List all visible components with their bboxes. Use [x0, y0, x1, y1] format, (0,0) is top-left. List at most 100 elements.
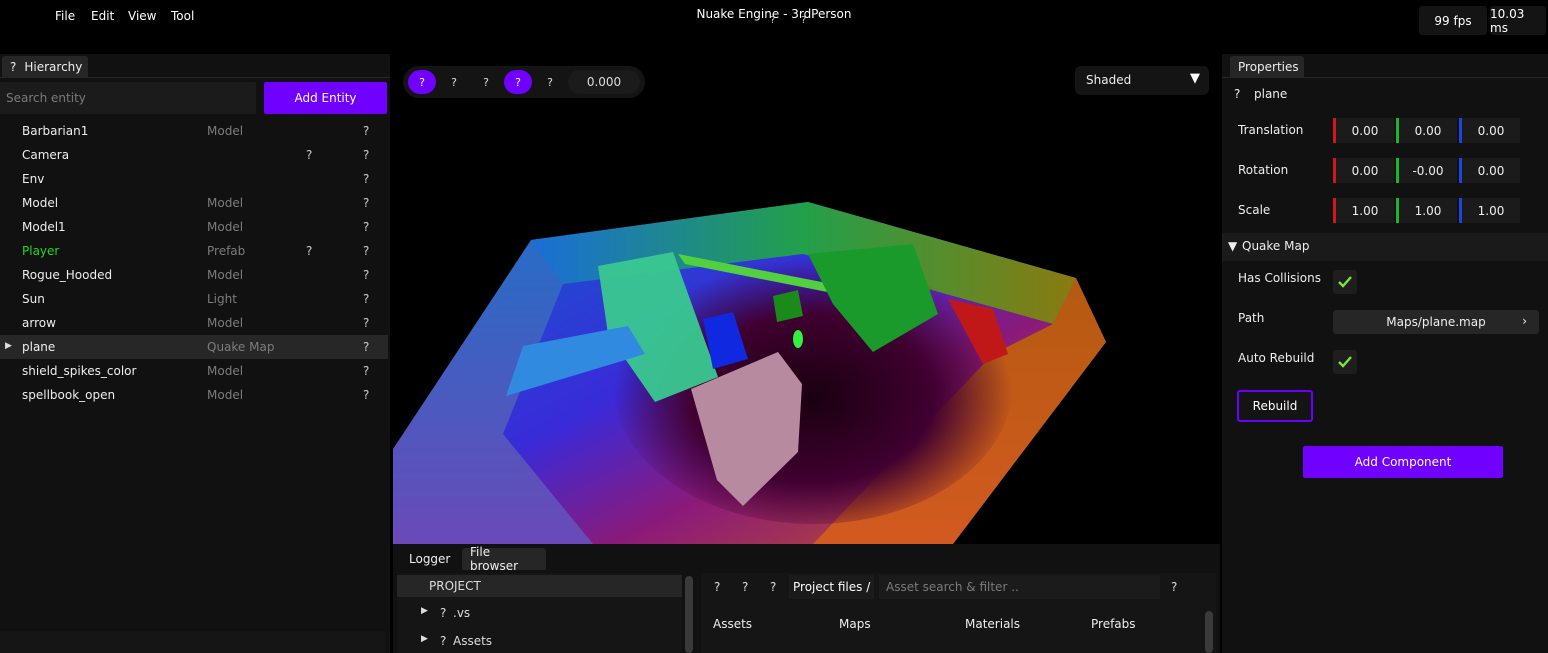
tree-item-assets[interactable]: ▶ ? Assets [397, 631, 682, 653]
checkmark-icon [1338, 356, 1352, 368]
translation-z-field[interactable]: 0.00 [1459, 118, 1520, 143]
entity-row-model[interactable]: Model Model ? [0, 191, 388, 215]
file-grid-scrollbar[interactable] [1205, 611, 1213, 653]
tab-underline [0, 77, 390, 78]
forward-icon[interactable]: ? [742, 580, 748, 594]
entity-row-spellbook-open[interactable]: spellbook_open Model ? [0, 383, 388, 407]
map-path-field[interactable]: Maps/plane.map › [1333, 310, 1539, 334]
entity-row-shield-spikes-color[interactable]: shield_spikes_color Model ? [0, 359, 388, 383]
entity-row-camera[interactable]: Camera ? ? [0, 143, 388, 167]
tree-root-row[interactable]: PROJECT [397, 575, 682, 597]
expand-arrow-icon[interactable]: ▶ [5, 341, 12, 351]
entity-row-arrow[interactable]: arrow Model ? [0, 311, 388, 335]
refresh-icon[interactable]: ? [770, 580, 776, 594]
scale-y-field[interactable]: 1.00 [1396, 198, 1457, 223]
shading-mode-label: Shaded [1086, 73, 1132, 87]
visibility-icon[interactable]: ? [363, 148, 369, 162]
hierarchy-footer [0, 631, 386, 653]
tree-expand-icon[interactable]: ▶ [421, 606, 428, 616]
folder-item[interactable]: Materials [965, 617, 1020, 631]
visibility-icon[interactable]: ? [363, 388, 369, 402]
entity-type: Model [207, 364, 244, 378]
frame-time: 10.03 ms [1490, 6, 1546, 35]
entity-type: Quake Map [207, 340, 275, 354]
entity-row-env[interactable]: Env ? [0, 167, 388, 191]
entity-name: Sun [22, 292, 45, 306]
scene-viewport[interactable] [393, 54, 1220, 544]
translation-label: Translation [1238, 123, 1304, 137]
fps-counter: 99 fps [1419, 6, 1487, 35]
entity-name: shield_spikes_color [22, 364, 137, 378]
visibility-icon[interactable]: ? [363, 172, 369, 186]
scale-x-field[interactable]: 1.00 [1333, 198, 1394, 223]
entity-name: Model [22, 196, 59, 210]
folder-item[interactable]: Maps [839, 617, 871, 631]
chevron-right-icon: › [1522, 314, 1527, 328]
add-entity-button[interactable]: Add Entity [264, 82, 387, 114]
entity-type: Model [207, 316, 244, 330]
asset-search-input[interactable] [879, 575, 1160, 599]
rotation-x-field[interactable]: 0.00 [1333, 158, 1394, 183]
scale-tool-button[interactable]: ? [472, 70, 500, 94]
tab-properties[interactable]: Properties [1230, 56, 1304, 78]
visibility-icon[interactable]: ? [363, 244, 369, 258]
auto-rebuild-checkbox[interactable] [1333, 350, 1357, 374]
translate-tool-button[interactable]: ? [408, 70, 436, 94]
add-component-button[interactable]: Add Component [1303, 446, 1503, 478]
visibility-icon[interactable]: ? [363, 292, 369, 306]
translation-x-field[interactable]: 0.00 [1333, 118, 1394, 143]
folder-item[interactable]: Assets [713, 617, 752, 631]
tree-scrollbar[interactable] [685, 576, 693, 653]
search-icon[interactable]: ? [1171, 580, 1177, 594]
entity-name: plane [22, 340, 56, 354]
collapse-arrow-icon: ▼ [1228, 239, 1238, 253]
back-icon[interactable]: ? [714, 580, 720, 594]
tree-root-label: PROJECT [429, 579, 481, 593]
entity-name: Env [22, 172, 45, 186]
entity-row-barbarian1[interactable]: Barbarian1 Model ? [0, 119, 388, 143]
tab-file-browser[interactable]: File browser [462, 545, 546, 573]
entity-name: Model1 [22, 220, 66, 234]
rebuild-button[interactable]: Rebuild [1237, 390, 1313, 422]
entity-row-rogue-hooded[interactable]: Rogue_Hooded Model ? [0, 263, 388, 287]
entity-row-plane[interactable]: ▶ plane Quake Map ? [0, 335, 388, 359]
visibility-icon[interactable]: ? [363, 124, 369, 138]
quake-map-component-header[interactable]: ▼ Quake Map [1222, 233, 1548, 261]
visibility-icon[interactable]: ? [363, 220, 369, 234]
entity-row-sun[interactable]: Sun Light ? [0, 287, 388, 311]
snap-toggle-button[interactable]: ? [504, 70, 532, 94]
rotation-y-field[interactable]: -0.00 [1396, 158, 1457, 183]
search-entity-input[interactable] [0, 82, 256, 114]
visibility-icon[interactable]: ? [363, 340, 369, 354]
visibility-icon[interactable]: ? [363, 364, 369, 378]
hierarchy-icon: ? [10, 60, 17, 74]
entity-name: arrow [22, 316, 56, 330]
breadcrumb[interactable]: Project files / [789, 575, 874, 599]
visibility-icon[interactable]: ? [363, 268, 369, 282]
folder-item[interactable]: Prefabs [1091, 617, 1136, 631]
translation-y-field[interactable]: 0.00 [1396, 118, 1457, 143]
scale-z-field[interactable]: 1.00 [1459, 198, 1520, 223]
shading-mode-select[interactable]: Shaded ▼ [1075, 66, 1209, 95]
map-path-value: Maps/plane.map [1386, 315, 1486, 329]
has-collisions-checkbox[interactable] [1333, 270, 1357, 294]
entity-row-player[interactable]: Player Prefab ? ? [0, 239, 388, 263]
component-title: Quake Map [1242, 239, 1310, 253]
entity-name: Camera [22, 148, 70, 162]
tree-item-vs[interactable]: ▶ ? .vs [397, 603, 682, 625]
rotation-z-field[interactable]: 0.00 [1459, 158, 1520, 183]
folder-icon: ? [440, 634, 447, 648]
entity-name-field[interactable]: plane [1254, 87, 1287, 101]
snap-value-field[interactable]: 0.000 [568, 70, 640, 94]
tab-hierarchy[interactable]: ? Hierarchy [2, 56, 88, 78]
visibility-icon[interactable]: ? [363, 316, 369, 330]
entity-row-model1[interactable]: Model1 Model ? [0, 215, 388, 239]
rotate-tool-button[interactable]: ? [440, 70, 468, 94]
entity-type: Light [207, 292, 237, 306]
space-toggle-button[interactable]: ? [536, 70, 564, 94]
tab-logger[interactable]: Logger [401, 548, 459, 570]
entity-type: Model [207, 220, 244, 234]
tree-item-label: Assets [453, 634, 493, 648]
visibility-icon[interactable]: ? [363, 196, 369, 210]
tree-expand-icon[interactable]: ▶ [421, 634, 428, 644]
